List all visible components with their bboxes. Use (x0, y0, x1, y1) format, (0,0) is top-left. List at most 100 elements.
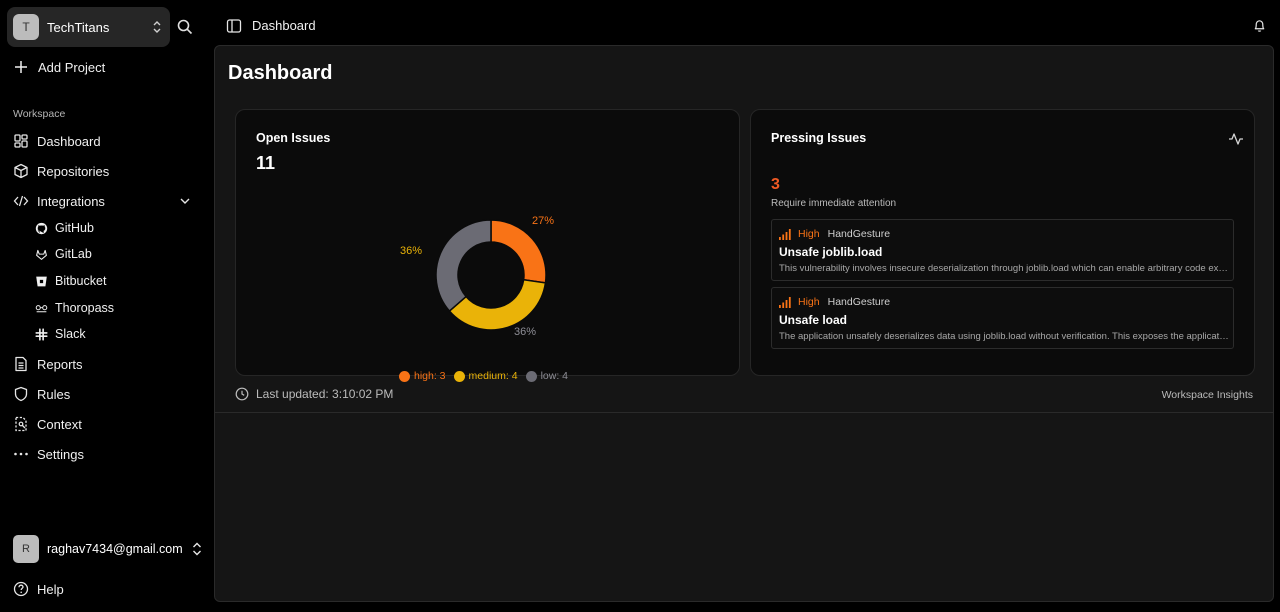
legend-label: low: 4 (540, 370, 568, 382)
donut-percent-label: 36% (514, 326, 537, 338)
breadcrumb: Dashboard (252, 18, 316, 33)
sidebar-item-integrations[interactable]: Integrations (13, 191, 198, 211)
search-icon[interactable] (176, 18, 194, 36)
sidebar-item-label: Integrations (37, 193, 105, 209)
sidebar-item-label: Context (37, 416, 82, 432)
chevrons-up-down-icon (193, 542, 201, 556)
integration-label: Bitbucket (55, 274, 107, 288)
sidebar-item-label: Settings (37, 446, 84, 462)
issue-item[interactable]: High HandGesture Unsafe load The applica… (771, 287, 1234, 349)
sidebar-item-label: Reports (37, 356, 83, 372)
help-label: Help (37, 581, 64, 597)
open-issues-count: 11 (256, 153, 276, 173)
document-icon (15, 356, 27, 372)
legend-label: high: 3 (414, 370, 446, 382)
box-icon (14, 163, 28, 179)
issue-description: This vulnerability involves insecure des… (779, 263, 1229, 274)
severity-label: High (798, 296, 820, 308)
integration-item-github[interactable]: GitHub (35, 219, 94, 237)
pressing-issues-subtitle: Require immediate attention (771, 198, 897, 209)
sidebar-item-repositories[interactable]: Repositories (13, 161, 198, 181)
issue-description: The application unsafely deserializes da… (779, 331, 1229, 342)
workspace-insights-link[interactable]: Workspace Insights (1162, 389, 1253, 401)
sidebar-item-label: Dashboard (37, 133, 101, 149)
issue-title: Unsafe joblib.load (779, 245, 883, 259)
integration-item-gitlab[interactable]: GitLab (35, 245, 92, 263)
legend-label: medium: 4 (468, 370, 518, 382)
legend-dot (399, 370, 410, 382)
sidebar-item-settings[interactable]: Settings (13, 444, 198, 464)
issue-title: Unsafe load (779, 313, 848, 327)
legend-dot (453, 370, 465, 382)
last-updated: Last updated: 3:10:02 PM (235, 387, 393, 401)
integration-item-slack[interactable]: Slack (35, 325, 86, 343)
thoropass-icon (35, 304, 48, 312)
sidebar-item-dashboard[interactable]: Dashboard (13, 131, 198, 151)
user-email: raghav7434@gmail.com (47, 542, 183, 556)
help-link[interactable]: Help (13, 579, 64, 599)
integration-item-bitbucket[interactable]: Bitbucket (35, 272, 106, 290)
sidebar-item-context[interactable]: Context (13, 414, 198, 434)
avatar: R (13, 535, 39, 563)
donut-slice-high (490, 219, 547, 284)
donut-percent-label: 36% (400, 245, 423, 257)
sidebar: T TechTitans Add Project Workspace Dashb… (0, 0, 212, 612)
slack-icon (35, 327, 48, 341)
legend-entry: medium: 4 (453, 370, 518, 382)
legend-entry: low: 4 (525, 370, 568, 382)
org-name: TechTitans (47, 19, 110, 35)
divider (215, 412, 1273, 413)
integration-item-thoropass[interactable]: Thoropass (35, 299, 114, 317)
integration-label: Thoropass (55, 301, 115, 315)
dashboard-icon (14, 134, 28, 148)
add-project-label: Add Project (38, 59, 106, 75)
file-dashed-icon (15, 416, 27, 432)
page-title: Dashboard (228, 62, 333, 84)
donut-percent-label: 27% (532, 215, 555, 227)
integration-label: GitLab (55, 247, 92, 261)
activity-icon[interactable] (1228, 131, 1244, 147)
clock-icon (235, 387, 249, 401)
severity-bars-icon (779, 296, 791, 308)
sidebar-toggle-icon[interactable] (226, 18, 242, 34)
legend-dot (525, 370, 537, 382)
severity-label: High (798, 228, 820, 240)
bell-icon[interactable] (1252, 18, 1267, 33)
last-updated-text: Last updated: 3:10:02 PM (256, 387, 394, 401)
card-title: Pressing Issues (771, 131, 867, 145)
sidebar-item-rules[interactable]: Rules (13, 384, 198, 404)
workspace-section-label: Workspace (13, 108, 66, 120)
chevrons-up-down-icon (153, 21, 161, 33)
add-project-button[interactable]: Add Project (13, 57, 105, 77)
integration-label: Slack (55, 327, 86, 341)
code-icon (13, 195, 29, 207)
pressing-issues-count: 3 (771, 176, 780, 193)
issue-item[interactable]: High HandGesture Unsafe joblib.load This… (771, 219, 1234, 281)
org-switcher[interactable]: T TechTitans (7, 7, 170, 47)
donut-slice-medium (448, 278, 547, 331)
pressing-issues-card: Pressing Issues 3 Require immediate atte… (750, 109, 1255, 376)
help-circle-icon (13, 581, 29, 597)
chart-legend: high: 3 medium: 4 low: 4 (399, 370, 576, 382)
shield-icon (14, 386, 28, 402)
sidebar-item-label: Repositories (37, 163, 110, 179)
severity-bars-icon (779, 228, 791, 240)
integration-label: GitHub (55, 221, 94, 235)
donut-slice-low (435, 219, 492, 313)
sidebar-item-reports[interactable]: Reports (13, 354, 198, 374)
card-title: Open Issues (256, 131, 331, 145)
repo-name: HandGesture (827, 296, 891, 308)
sidebar-item-label: Rules (37, 386, 71, 402)
legend-entry: high: 3 (399, 370, 446, 382)
chevron-down-icon[interactable] (178, 194, 192, 208)
org-avatar: T (13, 14, 39, 40)
plus-icon (15, 61, 27, 73)
user-menu[interactable]: R raghav7434@gmail.com (13, 534, 203, 564)
gitlab-icon (36, 249, 47, 260)
open-issues-card: Open Issues 11 27% 36% 36% high: 3 medium… (235, 109, 740, 382)
github-icon (35, 222, 48, 234)
main-panel: Dashboard Open Issues 11 27% 36% 36% hig… (214, 45, 1274, 602)
bitbucket-icon (36, 276, 47, 286)
repo-name: HandGesture (827, 228, 891, 240)
ellipsis-icon (14, 452, 28, 456)
